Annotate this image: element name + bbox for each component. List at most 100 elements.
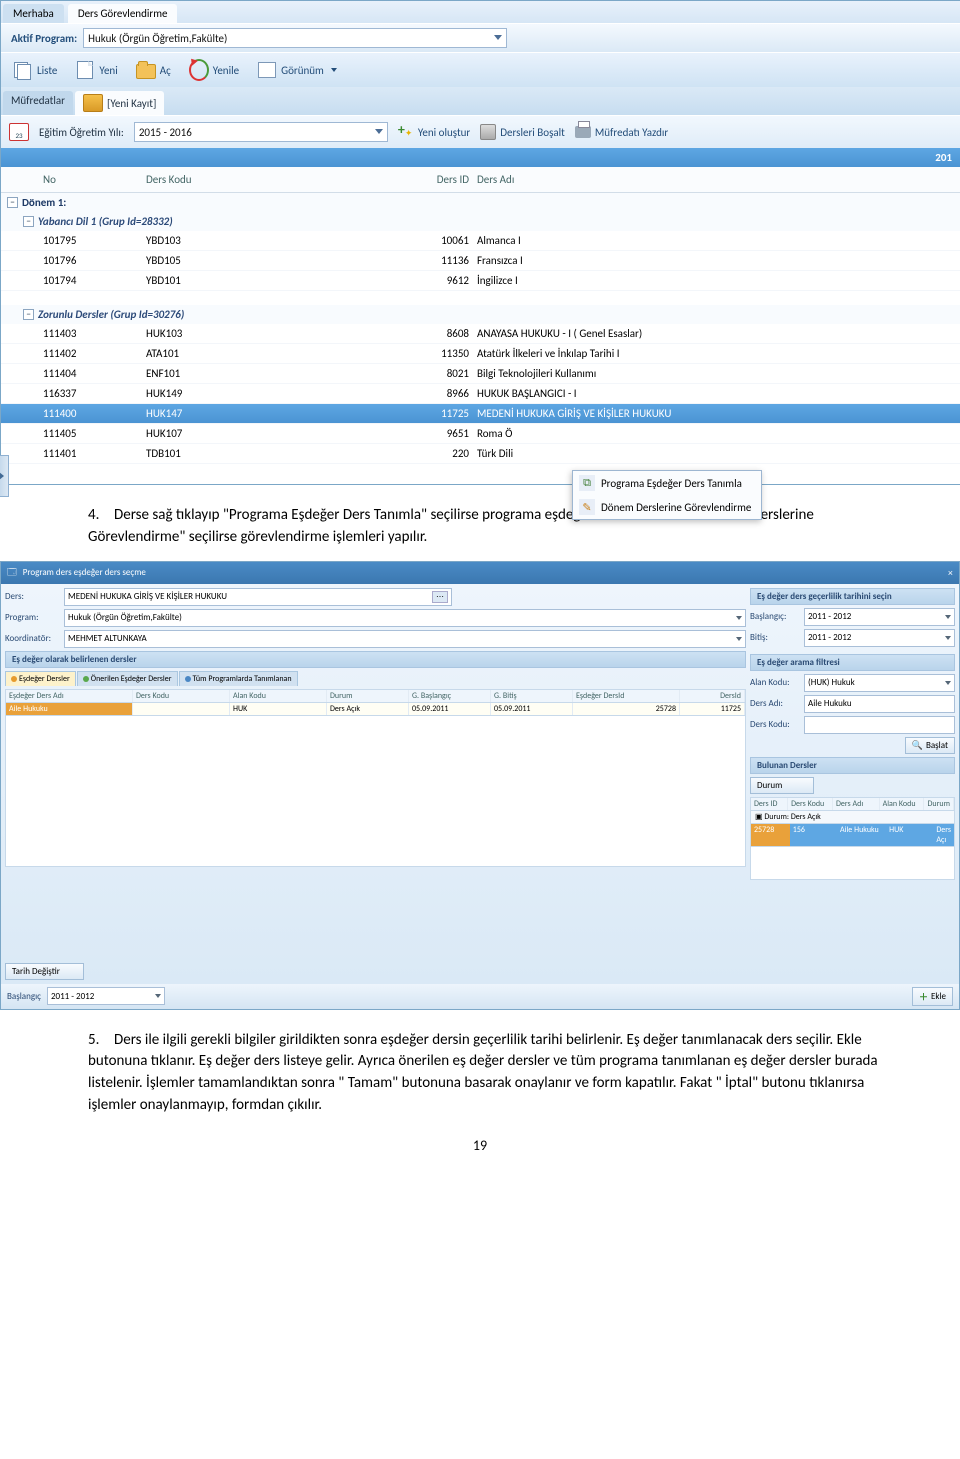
bitis-select[interactable]: 2011 - 2012: [804, 629, 955, 647]
table-row[interactable]: 101796YBD10511136Fransızca I: [1, 251, 960, 271]
arama-filtresi-section: Eş değer arama filtresi: [750, 654, 955, 671]
window-icon: 🗔: [7, 565, 17, 581]
alan-kodu-select[interactable]: (HUK) Hukuk: [804, 674, 955, 692]
table-row[interactable]: 111404ENF1018021Bilgi Teknolojileri Kull…: [1, 364, 960, 384]
koord-label: Koordinatör:: [5, 633, 60, 644]
search-icon: 🔍: [912, 740, 923, 751]
col-no[interactable]: No: [39, 171, 142, 188]
year-banner: 201: [1, 148, 960, 167]
subtab-yeni-kayit[interactable]: [Yeni Kayıt]: [75, 91, 164, 115]
liste-button[interactable]: Liste: [5, 56, 65, 84]
gorunum-button[interactable]: Görünüm: [249, 56, 345, 84]
ekle-button[interactable]: ＋Ekle: [912, 987, 953, 1006]
table-row[interactable]: 111401TDB101220Türk Dili: [1, 444, 960, 464]
app2-window: 🗔 Program ders eşdeğer ders seçme × Ders…: [0, 561, 960, 1010]
program-label: Program:: [5, 612, 60, 623]
program-input[interactable]: Hukuk (Örgün Öğretim,Fakülte): [64, 609, 746, 627]
context-menu: ⧉Programa Eşdeğer Ders Tanımla ✎Dönem De…: [572, 470, 762, 520]
table-row[interactable]: 101794YBD1019612İngilizce I: [1, 271, 960, 291]
yeni-button[interactable]: Yeni: [67, 56, 125, 84]
expand-handle[interactable]: [0, 455, 9, 497]
esdeger-grid-head: Eşdeğer Ders AdıDers KoduAlan KoduDurumG…: [5, 689, 746, 703]
ders-input[interactable]: MEDENİ HUKUKA GİRİŞ VE KİŞİLER HUKUKU⋯: [64, 588, 452, 606]
dersleri-bosalt-link[interactable]: Dersleri Boşalt: [480, 124, 565, 140]
plus-star-icon: [398, 124, 414, 140]
dropdown-icon: [736, 637, 742, 641]
footer-baslangic-select[interactable]: 2011 - 2012: [47, 987, 165, 1005]
caret-down-icon: [331, 68, 337, 72]
folder-open-icon: [136, 60, 156, 80]
ders-label: Ders:: [5, 591, 60, 602]
table-row[interactable]: 111405HUK1079651Roma Ö: [1, 424, 960, 444]
esdeger-tabs: Eşdeğer Dersler Önerilen Eşdeğer Dersler…: [5, 671, 746, 686]
dropdown-icon: [736, 616, 742, 620]
active-program-select[interactable]: Hukuk (Örgün Öğretim,Fakülte): [83, 28, 507, 48]
ders-kodu-input[interactable]: [804, 716, 955, 734]
tab-merhaba[interactable]: Merhaba: [3, 4, 64, 23]
table-row[interactable]: 111402ATA10111350Atatürk İlkeleri ve İnk…: [1, 344, 960, 364]
col-id[interactable]: Ders ID: [280, 171, 473, 188]
new-doc-icon: [75, 60, 95, 80]
mufredati-yazdir-link[interactable]: Müfredatı Yazdır: [575, 126, 668, 139]
dot-icon: [185, 676, 191, 682]
bulunan-row[interactable]: 25728156Aile HukukuHUKDers Açı: [750, 824, 955, 847]
app2-titlebar: 🗔 Program ders eşdeğer ders seçme ×: [1, 562, 959, 584]
ctx-gorevlendirme[interactable]: ✎Dönem Derslerine Görevlendirme: [573, 495, 761, 519]
dot-icon: [11, 676, 17, 682]
ders-adi-input[interactable]: Aile Hukuku: [804, 695, 955, 713]
yenile-button[interactable]: Yenile: [181, 56, 247, 84]
group-sub[interactable]: −Zorunlu Dersler (Grup Id=30276): [1, 305, 960, 324]
col-ad[interactable]: Ders Adı: [473, 171, 960, 188]
table-row[interactable]: 116337HUK1498966HUKUK BAŞLANGICI - I: [1, 384, 960, 404]
table-row[interactable]: 101795YBD10310061Almanca I: [1, 231, 960, 251]
app1-window: Merhaba Ders Görevlendirme Aktif Program…: [0, 0, 960, 485]
grid-column-header: No Ders Kodu Ders ID Ders Adı: [1, 167, 960, 193]
tab-ders-gorevlendirme[interactable]: Ders Görevlendirme: [68, 4, 178, 23]
filter-bar: 23 Eğitim Öğretim Yılı: 2015 - 2016 Yeni…: [1, 115, 960, 148]
list-icon: [13, 60, 33, 80]
footer-baslangic-label: Başlangıç: [7, 991, 41, 1002]
collapse-icon[interactable]: −: [23, 216, 34, 227]
tab-tum-program[interactable]: Tüm Programlarda Tanımlanan: [179, 671, 298, 686]
yeni-olustur-link[interactable]: Yeni oluştur: [398, 124, 470, 140]
group-donem[interactable]: −Dönem 1:: [1, 193, 960, 212]
table-row[interactable]: 111403HUK1038608ANAYASA HUKUKU - I ( Gen…: [1, 324, 960, 344]
tarih-degistir-button[interactable]: Tarih Değiştir: [5, 963, 84, 980]
durum-filter[interactable]: Durum: [750, 777, 814, 794]
trash-icon: [480, 124, 496, 140]
ctx-esdeger-tanimla[interactable]: ⧉Programa Eşdeğer Ders Tanımla: [573, 471, 761, 495]
col-kod[interactable]: Ders Kodu: [142, 171, 280, 188]
esdeger-grid-empty: [5, 716, 746, 867]
group-label: ▣ Durum: Ders Açık: [750, 811, 955, 824]
close-icon[interactable]: ×: [948, 568, 953, 578]
plus-icon: ＋: [919, 990, 928, 1003]
collapse-icon[interactable]: −: [23, 309, 34, 320]
tab-esdeger-dersler[interactable]: Eşdeğer Dersler: [5, 671, 76, 686]
gecerlilik-section: Eş değer ders geçerlilik tarihini seçin: [750, 588, 955, 605]
assign-icon: ✎: [579, 499, 595, 515]
baslat-button[interactable]: 🔍Başlat: [905, 737, 955, 754]
baslangic-select[interactable]: 2011 - 2012: [804, 608, 955, 626]
subtab-mufredatlar[interactable]: Müfredatlar: [3, 91, 73, 115]
koord-input[interactable]: MEHMET ALTUNKAYA: [64, 630, 746, 648]
esdeger-grid-row[interactable]: Aile HukukuHUKDers Açık05.09.201105.09.2…: [5, 703, 746, 716]
paragraph-5: 5.Ders ile ilgili gerekli bilgiler giril…: [0, 1010, 960, 1125]
bulunan-grid-head: Ders IDDers KoduDers AdıAlan KoduDurum: [750, 797, 955, 811]
lookup-icon[interactable]: ⋯: [432, 591, 448, 603]
program-link-icon: ⧉: [579, 475, 595, 491]
tab-onerilen[interactable]: Önerilen Eşdeğer Dersler: [77, 671, 178, 686]
book-icon: [83, 94, 103, 112]
calendar-icon: 23: [9, 123, 29, 141]
bulunan-empty: [750, 847, 955, 880]
esdeger-section: Eş değer olarak belirlenen dersler: [5, 651, 746, 668]
table-row[interactable]: 111400HUK14711725MEDENİ HUKUKA GİRİŞ VE …: [1, 404, 960, 424]
refresh-icon: [189, 60, 209, 80]
bulunan-section: Bulunan Dersler: [750, 757, 955, 774]
grid-body: −Dönem 1:−Yabancı Dil 1 (Grup Id=28332)1…: [1, 193, 960, 484]
collapse-icon[interactable]: −: [7, 197, 18, 208]
year-select[interactable]: 2015 - 2016: [134, 122, 388, 142]
ac-button[interactable]: Aç: [128, 56, 179, 84]
top-tabs: Merhaba Ders Görevlendirme: [1, 1, 960, 23]
sub-tabs: Müfredatlar [Yeni Kayıt]: [1, 87, 960, 115]
group-sub[interactable]: −Yabancı Dil 1 (Grup Id=28332): [1, 212, 960, 231]
